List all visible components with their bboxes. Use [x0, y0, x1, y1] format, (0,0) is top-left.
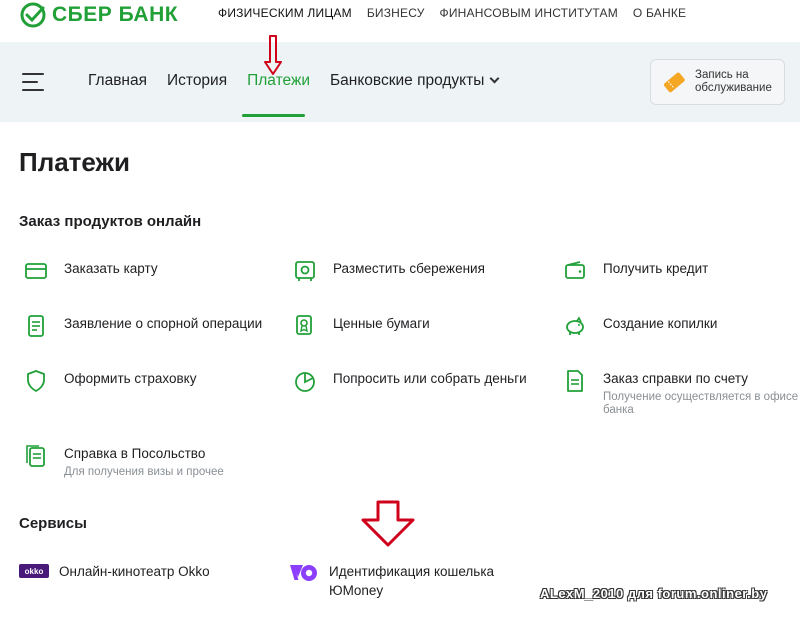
brand-name: СБЕР БАНК — [52, 3, 179, 26]
top-bar: СБЕР БАНК ФИЗИЧЕСКИМ ЛИЦАМ БИЗНЕСУ ФИНАН… — [0, 0, 800, 42]
nav-item-bank-products[interactable]: Банковские продукты — [329, 72, 500, 90]
tile-sublabel: Для получения визы и прочее — [64, 466, 224, 478]
okko-tile[interactable]: okko Онлайн-кинотеатр Okko — [19, 562, 210, 581]
wallet-icon — [565, 261, 585, 279]
tile-label: Попросить или собрать деньги — [333, 371, 527, 386]
yoomoney-tile[interactable]: Идентификация кошелька ЮMoney — [289, 562, 519, 600]
tile-label: Онлайн-кинотеатр Okko — [59, 564, 210, 579]
nav-item-history[interactable]: История — [167, 72, 227, 90]
red-arrow-annotation — [264, 35, 282, 75]
tile-label: Заказать карту — [64, 261, 158, 276]
nav-item-bank-products-label: Банковские продукты — [329, 72, 485, 89]
audience-tab-financial-institutions[interactable]: ФИНАНСОВЫМ ИНСТИТУТАМ — [440, 6, 618, 20]
credit-tile[interactable]: Получить кредит — [563, 259, 708, 283]
forum-watermark: ALexM_2010 для forum.onliner.by — [540, 586, 768, 601]
piggy-bank-icon — [566, 316, 584, 335]
section-title-services: Сервисы — [19, 515, 87, 532]
card-icon — [25, 263, 47, 279]
active-tab-indicator — [242, 114, 305, 117]
page-title: Платежи — [19, 147, 130, 177]
audience-nav: ФИЗИЧЕСКИМ ЛИЦАМ БИЗНЕСУ ФИНАНСОВЫМ ИНСТ… — [218, 6, 701, 20]
request-money-tile[interactable]: Попросить или собрать деньги — [293, 369, 527, 393]
sber-logo-icon — [20, 2, 46, 28]
tile-label: Получить кредит — [603, 261, 709, 276]
document-icon — [28, 315, 44, 337]
main-nav: Главная История Платежи Банковские проду… — [88, 72, 518, 90]
section-title-orders: Заказ продуктов онлайн — [19, 213, 202, 230]
documents-icon — [26, 445, 45, 467]
audience-tab-about[interactable]: О БАНКЕ — [633, 6, 686, 20]
pie-chart-icon — [295, 372, 315, 392]
savings-tile[interactable]: Разместить сбережения — [293, 259, 485, 283]
chevron-down-icon — [489, 73, 500, 84]
appointment-button[interactable]: Запись на обслуживание — [650, 59, 785, 105]
order-card-tile[interactable]: Заказать карту — [24, 259, 158, 283]
main-nav-bar: Главная История Платежи Банковские проду… — [0, 42, 800, 122]
tile-label: Заказ справки по счету — [603, 371, 748, 386]
tile-label: Заявление о спорной операции — [64, 316, 263, 331]
shield-icon — [27, 370, 45, 392]
tile-label: Идентификация кошелька ЮMoney — [329, 564, 495, 598]
okko-logo: okko — [19, 564, 49, 578]
tile-label: Ценные бумаги — [333, 316, 430, 331]
insurance-tile[interactable]: Оформить страховку — [24, 369, 196, 393]
tile-label: Разместить сбережения — [333, 261, 485, 276]
red-arrow-annotation — [361, 500, 415, 547]
piggy-bank-tile[interactable]: Создание копилки — [563, 314, 717, 338]
securities-tile[interactable]: Ценные бумаги — [293, 314, 430, 338]
tile-label: Оформить страховку — [64, 371, 197, 386]
tile-label: Создание копилки — [603, 316, 718, 331]
nav-item-home[interactable]: Главная — [88, 72, 147, 90]
sber-logo[interactable]: СБЕР БАНК — [20, 2, 178, 28]
audience-tab-individuals[interactable]: ФИЗИЧЕСКИМ ЛИЦАМ — [218, 6, 352, 20]
document-icon — [567, 370, 583, 392]
dispute-tile[interactable]: Заявление о спорной операции — [24, 314, 262, 338]
certificate-icon — [296, 315, 312, 335]
tile-label: Справка в Посольство — [64, 446, 206, 461]
menu-icon[interactable] — [22, 73, 44, 91]
safe-icon — [295, 261, 315, 281]
appointment-label: Запись на обслуживание — [695, 69, 772, 94]
ticket-icon — [663, 72, 685, 93]
yoomoney-icon — [289, 565, 317, 581]
tile-sublabel: Получение осуществляется в офисе банка — [603, 391, 799, 416]
audience-tab-business[interactable]: БИЗНЕСУ — [367, 6, 425, 20]
account-statement-tile[interactable]: Заказ справки по счету Получение осущест… — [563, 369, 800, 417]
embassy-certificate-tile[interactable]: Справка в Посольство Для получения визы … — [24, 444, 274, 479]
